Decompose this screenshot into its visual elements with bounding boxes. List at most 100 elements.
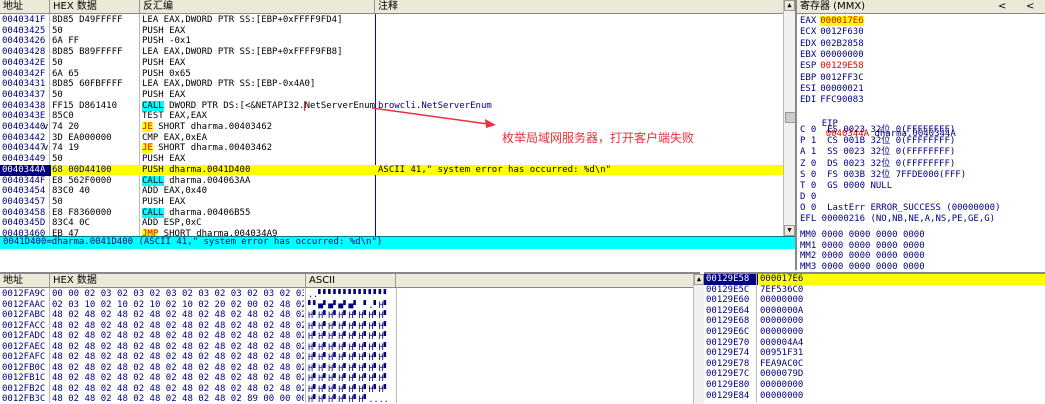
dump-hex[interactable]: 02 03 10 02 10 02 10 02 10 02 20 02 00 0… bbox=[52, 300, 304, 311]
register-value[interactable]: 0012F630 bbox=[820, 27, 863, 37]
col-header-disasm[interactable]: 反汇编 bbox=[140, 0, 375, 13]
dump-row[interactable]: 0012FABC 48 02 48 02 48 02 48 02 48 02 48… bbox=[0, 310, 700, 321]
disasm-hex[interactable]: 83C0 40 bbox=[52, 186, 138, 197]
dump-address[interactable]: 0012FABC bbox=[2, 310, 48, 321]
disasm-address[interactable]: 0040344A bbox=[0, 164, 51, 176]
disasm-instruction[interactable]: PUSH EAX bbox=[142, 26, 375, 37]
disasm-address[interactable]: 00403458 bbox=[2, 208, 48, 219]
disasm-address[interactable]: 00403437 bbox=[2, 90, 48, 101]
dump-address[interactable]: 0012FB2C bbox=[2, 384, 48, 395]
mmx-register[interactable]: MM2 0000 0000 0000 0000 bbox=[800, 251, 925, 262]
disasm-row[interactable]: 00403457 50 PUSH EAX bbox=[0, 197, 783, 208]
disasm-row[interactable]: 00403460 EB 47 JMP SHORT dharma.004034A9 bbox=[0, 229, 783, 236]
dump-address[interactable]: 0012FACC bbox=[2, 321, 48, 332]
disasm-row[interactable]: 00403449 50 PUSH EAX bbox=[0, 154, 783, 165]
stack-value[interactable]: 00000000 bbox=[760, 380, 820, 391]
disasm-hex[interactable]: 8D85 60FBFFFF bbox=[52, 79, 138, 90]
dump-row[interactable]: 0012FAEC 48 02 48 02 48 02 48 02 48 02 48… bbox=[0, 342, 700, 353]
disasm-address[interactable]: 0040343E bbox=[2, 111, 48, 122]
dump-col-ascii[interactable]: ASCII bbox=[306, 274, 396, 287]
stack-address[interactable]: 00129E5C bbox=[706, 285, 756, 296]
disasm-hex[interactable]: 50 bbox=[52, 26, 138, 37]
dump-ascii[interactable]: H▘H▘H▘H▘H▘H▘H▘H▘ bbox=[308, 373, 396, 384]
flag-row[interactable]: P 1 CS 001B 32位 0(FFFFFFFF) bbox=[800, 136, 955, 147]
disasm-hex[interactable]: 50 bbox=[52, 90, 138, 101]
disasm-address[interactable]: 0040342F bbox=[2, 69, 48, 80]
dump-row[interactable]: 0012FACC 48 02 48 02 48 02 48 02 48 02 48… bbox=[0, 321, 700, 332]
register-esp[interactable]: ESP 00129E58 bbox=[800, 61, 864, 72]
dump-col-address[interactable]: 地址 bbox=[0, 274, 50, 287]
stack-address[interactable]: 00129E7C bbox=[706, 369, 756, 380]
disasm-instruction[interactable]: PUSH EAX bbox=[142, 154, 375, 165]
dump-row[interactable]: 0012FB3C 48 02 48 02 48 02 48 02 48 02 48… bbox=[0, 394, 700, 402]
scroll-down-icon[interactable]: ▼ bbox=[784, 225, 795, 236]
col-header-hex[interactable]: HEX 数据 bbox=[50, 0, 140, 13]
disasm-row[interactable]: 0040344F E8 562F0000 CALL dharma.004063AA bbox=[0, 175, 783, 187]
dump-address[interactable]: 0012FAEC bbox=[2, 342, 48, 353]
disasm-instruction[interactable]: JE SHORT dharma.00403462 bbox=[142, 143, 375, 154]
disasm-hex[interactable]: EB 47 bbox=[52, 229, 138, 236]
disasm-instruction[interactable]: PUSH 0x65 bbox=[142, 69, 375, 80]
disasm-instruction[interactable]: PUSH EAX bbox=[142, 58, 375, 69]
disasm-instruction[interactable]: LEA EAX,DWORD PTR SS:[EBP+0xFFFF9FD4] bbox=[142, 15, 375, 26]
register-ecx[interactable]: ECX 0012F630 bbox=[800, 27, 864, 38]
disasm-row[interactable]: 0040344A 68 00D44100 PUSH dharma.0041D400 A… bbox=[0, 164, 783, 176]
disasm-instruction[interactable]: JE SHORT dharma.00403462 bbox=[142, 122, 375, 133]
disasm-hex[interactable]: 50 bbox=[52, 58, 138, 69]
register-esi[interactable]: ESI 00000021 bbox=[800, 84, 864, 95]
stack-value[interactable]: 000004A4 bbox=[760, 338, 820, 349]
stack-value[interactable]: 7EF536C0 bbox=[760, 285, 820, 296]
stack-value[interactable]: 00000000 bbox=[760, 316, 820, 327]
registers-nav-right-icon[interactable]: < bbox=[1023, 0, 1034, 13]
disasm-instruction[interactable]: ADD EAX,0x40 bbox=[142, 186, 375, 197]
disasm-row[interactable]: 0040345D 83C4 0C ADD ESP,0xC bbox=[0, 218, 783, 229]
disasm-instruction[interactable]: LEA EAX,DWORD PTR SS:[EBP+0xFFFF9FB8] bbox=[142, 47, 375, 58]
disasm-hex[interactable]: 83C4 0C bbox=[52, 218, 138, 229]
dump-row[interactable]: 0012FB2C 48 02 48 02 48 02 48 02 48 02 48… bbox=[0, 384, 700, 395]
disasm-address[interactable]: 00403440 bbox=[2, 122, 48, 133]
stack-address[interactable]: 00129E68 bbox=[706, 316, 756, 327]
disasm-row[interactable]: 00403454 83C0 40 ADD EAX,0x40 bbox=[0, 186, 783, 197]
flag-row[interactable]: A 1 SS 0023 32位 0(FFFFFFFF) bbox=[800, 147, 955, 158]
disasm-instruction[interactable]: CALL dharma.00406B55 bbox=[142, 207, 375, 219]
stack-address[interactable]: 00129E58 bbox=[704, 274, 758, 285]
disasm-hex[interactable]: FF15 D861410 bbox=[52, 101, 138, 112]
disasm-instruction[interactable]: PUSH dharma.0041D400 bbox=[142, 165, 375, 176]
dump-ascii[interactable]: ..▘▘▘▘▘▘▘▘▘▘▘▘▘▘ bbox=[308, 289, 396, 300]
stack-value[interactable]: 0000000A bbox=[760, 306, 820, 317]
stack-value[interactable]: 0000079D bbox=[760, 369, 820, 380]
dump-hex[interactable]: 48 02 48 02 48 02 48 02 48 02 48 02 48 0… bbox=[52, 373, 304, 384]
disasm-address[interactable]: 00403442 bbox=[2, 133, 48, 144]
col-header-address[interactable]: 地址 bbox=[0, 0, 50, 13]
dump-row[interactable]: 0012FB1C 48 02 48 02 48 02 48 02 48 02 48… bbox=[0, 373, 700, 384]
stack-value[interactable]: 000017E6 bbox=[760, 274, 820, 285]
disasm-hex[interactable]: 50 bbox=[52, 197, 138, 208]
dump-address[interactable]: 0012FAAC bbox=[2, 300, 48, 311]
disasm-row[interactable]: 0040341F 8D85 D49FFFFF LEA EAX,DWORD PTR S… bbox=[0, 15, 783, 26]
dump-row[interactable]: 0012FA9C 00 00 02 03 02 03 02 03 02 03 02… bbox=[0, 289, 700, 300]
disasm-address[interactable]: 00403447 bbox=[2, 143, 48, 154]
register-ebp[interactable]: EBP 0012FF3C bbox=[800, 73, 864, 84]
disasm-hex[interactable]: 6A 65 bbox=[52, 69, 138, 80]
register-value[interactable]: 002B2858 bbox=[820, 39, 863, 49]
register-value[interactable]: 00000000 bbox=[820, 50, 863, 60]
dump-address[interactable]: 0012FAFC bbox=[2, 352, 48, 363]
disasm-hex[interactable]: E8 562F0000 bbox=[52, 176, 138, 187]
registers-title[interactable]: 寄存器 (MMX) bbox=[797, 0, 865, 13]
disasm-hex[interactable]: 50 bbox=[52, 154, 138, 165]
disasm-instruction[interactable]: LEA EAX,DWORD PTR SS:[EBP-0x4A0] bbox=[142, 79, 375, 90]
dump-row[interactable]: 0012FAFC 48 02 48 02 48 02 48 02 48 02 48… bbox=[0, 352, 700, 363]
disasm-address[interactable]: 00403426 bbox=[2, 36, 48, 47]
stack-value[interactable]: FEA9AC0C bbox=[760, 359, 820, 370]
register-edi[interactable]: EDI FFC90083 bbox=[800, 95, 864, 106]
register-value[interactable]: 0012FF3C bbox=[820, 73, 863, 83]
flag-row[interactable]: Z 0 DS 0023 32位 0(FFFFFFFF) bbox=[800, 159, 955, 170]
stack-value[interactable]: 00000000 bbox=[760, 295, 820, 306]
register-value[interactable]: 000017E6 bbox=[820, 16, 864, 26]
flag-row[interactable]: S 0 FS 003B 32位 7FFDE000(FFF) bbox=[800, 170, 966, 181]
disasm-address[interactable]: 00403431 bbox=[2, 79, 48, 90]
disasm-address[interactable]: 0040344F bbox=[2, 176, 48, 187]
register-ebx[interactable]: EBX 00000000 bbox=[800, 50, 864, 61]
dump-ascii[interactable]: H▘H▘H▘H▘H▘H▘.... bbox=[308, 394, 396, 402]
disasm-instruction[interactable]: PUSH -0x1 bbox=[142, 36, 375, 47]
